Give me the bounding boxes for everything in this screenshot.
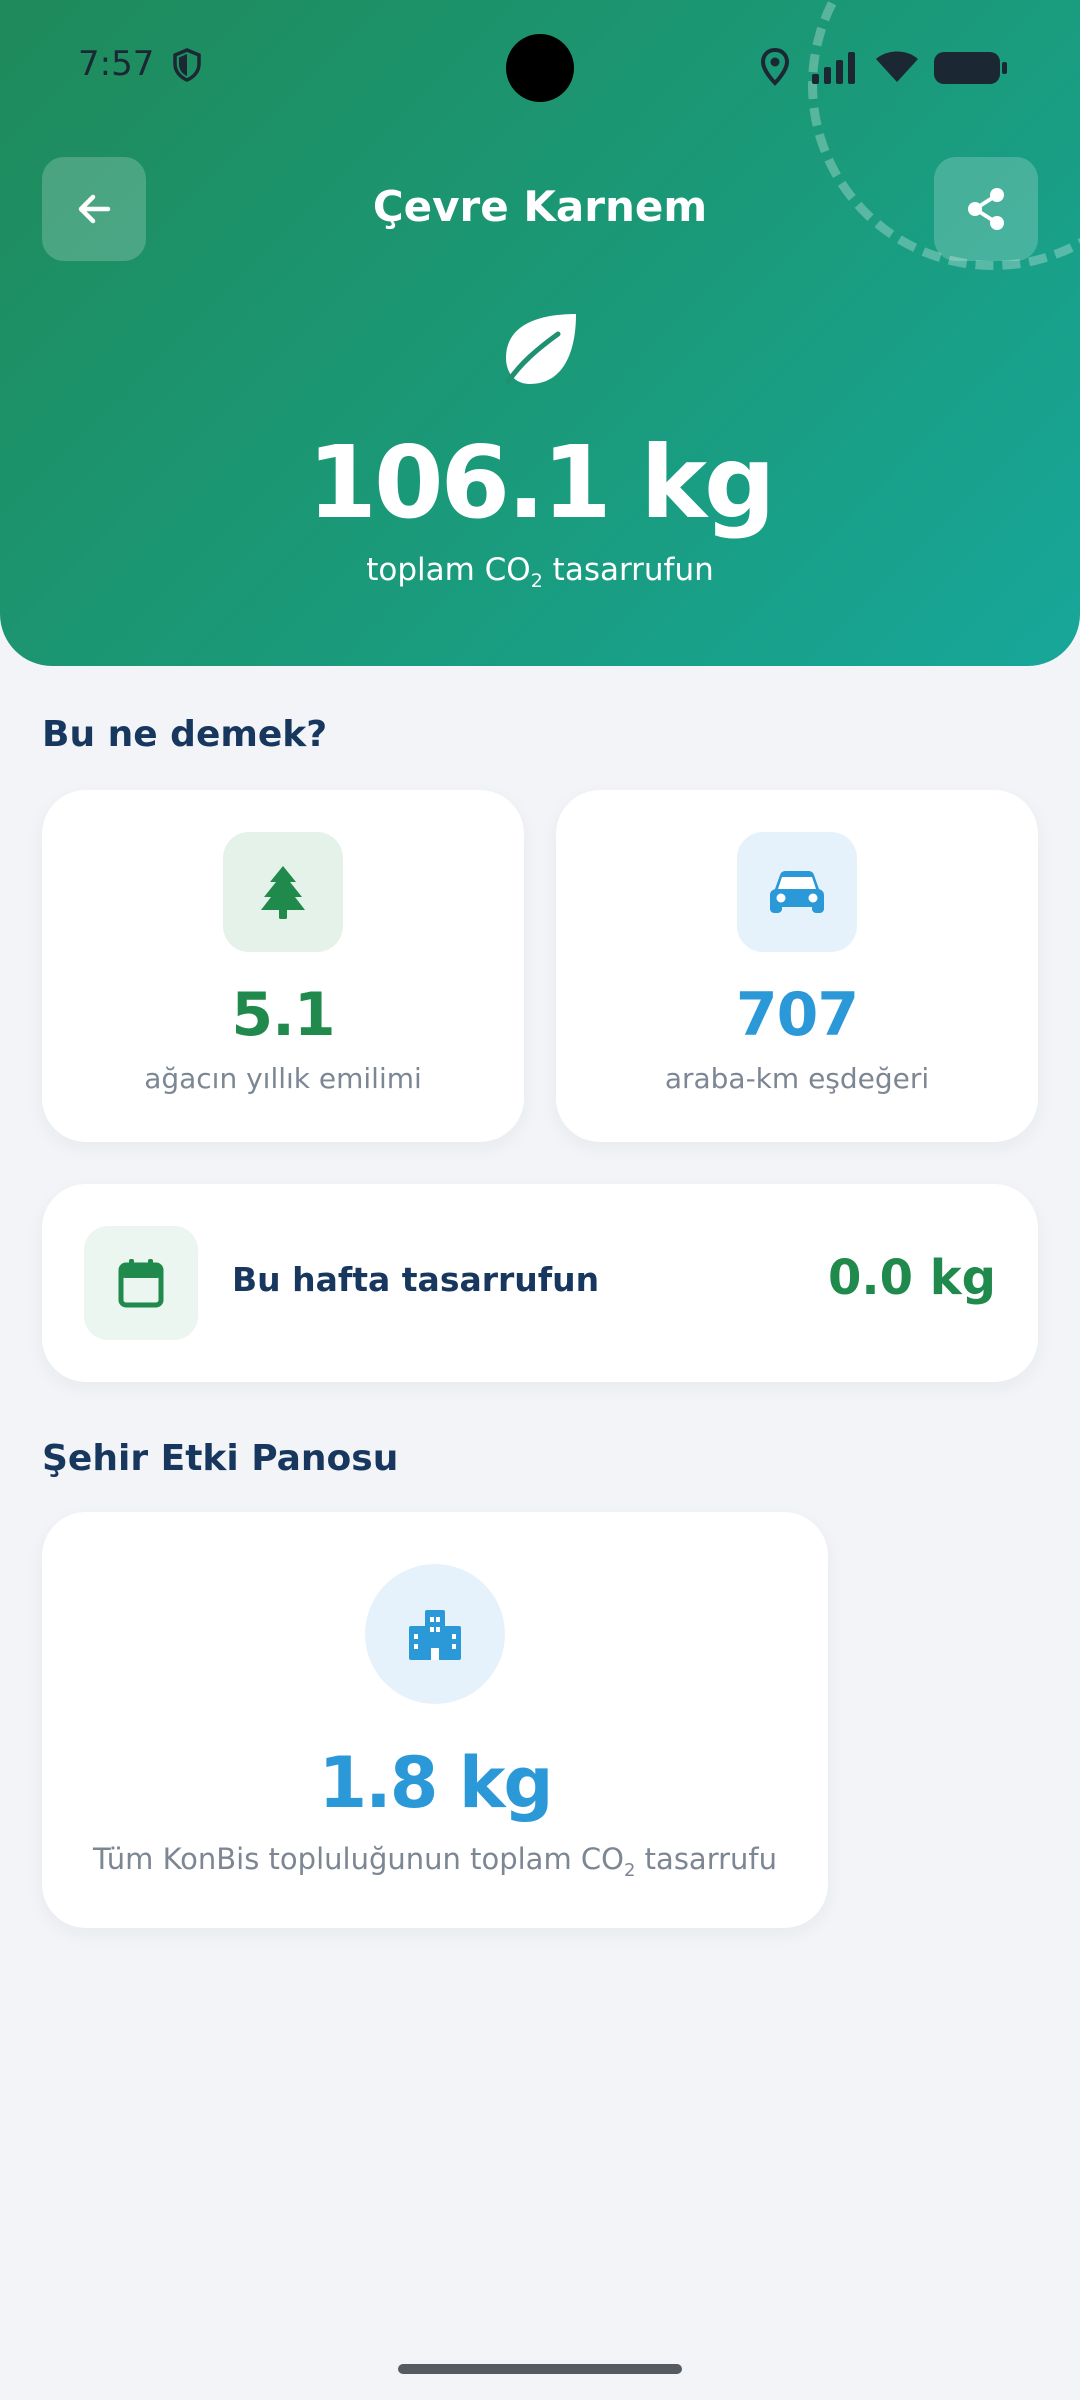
- car-label: araba-km eşdeğeri: [664, 1062, 930, 1095]
- car-icon: [770, 871, 824, 913]
- battery-icon: [934, 52, 1007, 84]
- caption-suffix: tasarrufun: [542, 552, 714, 588]
- page-title: Çevre Karnem: [372, 182, 708, 231]
- car-value: 707: [735, 980, 859, 1050]
- car-icon-box: [737, 832, 857, 952]
- signal-icon: [812, 52, 855, 84]
- home-indicator[interactable]: [398, 2364, 682, 2374]
- city-total-caption: Tüm KonBis topluluğunun toplam CO2 tasar…: [42, 1842, 828, 1881]
- caption-prefix: toplam CO: [366, 552, 531, 588]
- camera-cutout: [506, 34, 574, 102]
- calendar-icon: [118, 1259, 164, 1308]
- weekly-savings-value: 0.0 kg: [827, 1250, 996, 1306]
- share-button[interactable]: [934, 157, 1038, 261]
- total-co2-caption: toplam CO2 tasarrufun: [0, 552, 1080, 592]
- status-bar: 7:57: [0, 0, 1080, 134]
- city-caption-suffix: tasarrufu: [635, 1842, 777, 1876]
- city-icon: [409, 1610, 461, 1660]
- weekly-savings-card: Bu hafta tasarrufun 0.0 kg: [42, 1184, 1038, 1382]
- city-caption-subscript: 2: [624, 1859, 636, 1881]
- share-icon: [968, 188, 1004, 230]
- status-time: 7:57: [78, 44, 155, 84]
- city-impact-card: 1.8 kg Tüm KonBis topluluğunun toplam CO…: [42, 1512, 828, 1928]
- total-co2-value: 106.1 kg: [307, 424, 775, 541]
- city-icon-circle: [365, 1564, 505, 1704]
- leaf-icon: [505, 314, 576, 385]
- caption-subscript: 2: [530, 570, 543, 593]
- city-total-value: 1.8 kg: [318, 1742, 553, 1824]
- shield-icon: [173, 48, 201, 82]
- location-icon: [760, 48, 790, 86]
- header: 7:57 Çevre Karnem 106.1 kg toplam CO2 ta…: [0, 0, 1080, 666]
- section-title-city: Şehir Etki Panosu: [42, 1438, 399, 1479]
- wifi-icon: [876, 51, 918, 82]
- calendar-icon-box: [84, 1226, 198, 1340]
- car-stat-card: 707 araba-km eşdeğeri: [556, 790, 1038, 1142]
- tree-icon: [261, 866, 305, 919]
- tree-label: ağacın yıllık emilimi: [144, 1062, 422, 1095]
- weekly-savings-label: Bu hafta tasarrufun: [232, 1260, 600, 1299]
- tree-icon-box: [223, 832, 343, 952]
- city-caption-prefix: Tüm KonBis topluluğunun toplam CO: [93, 1842, 624, 1876]
- section-title-meaning: Bu ne demek?: [42, 714, 328, 755]
- tree-value: 5.1: [231, 980, 335, 1050]
- tree-stat-card: 5.1 ağacın yıllık emilimi: [42, 790, 524, 1142]
